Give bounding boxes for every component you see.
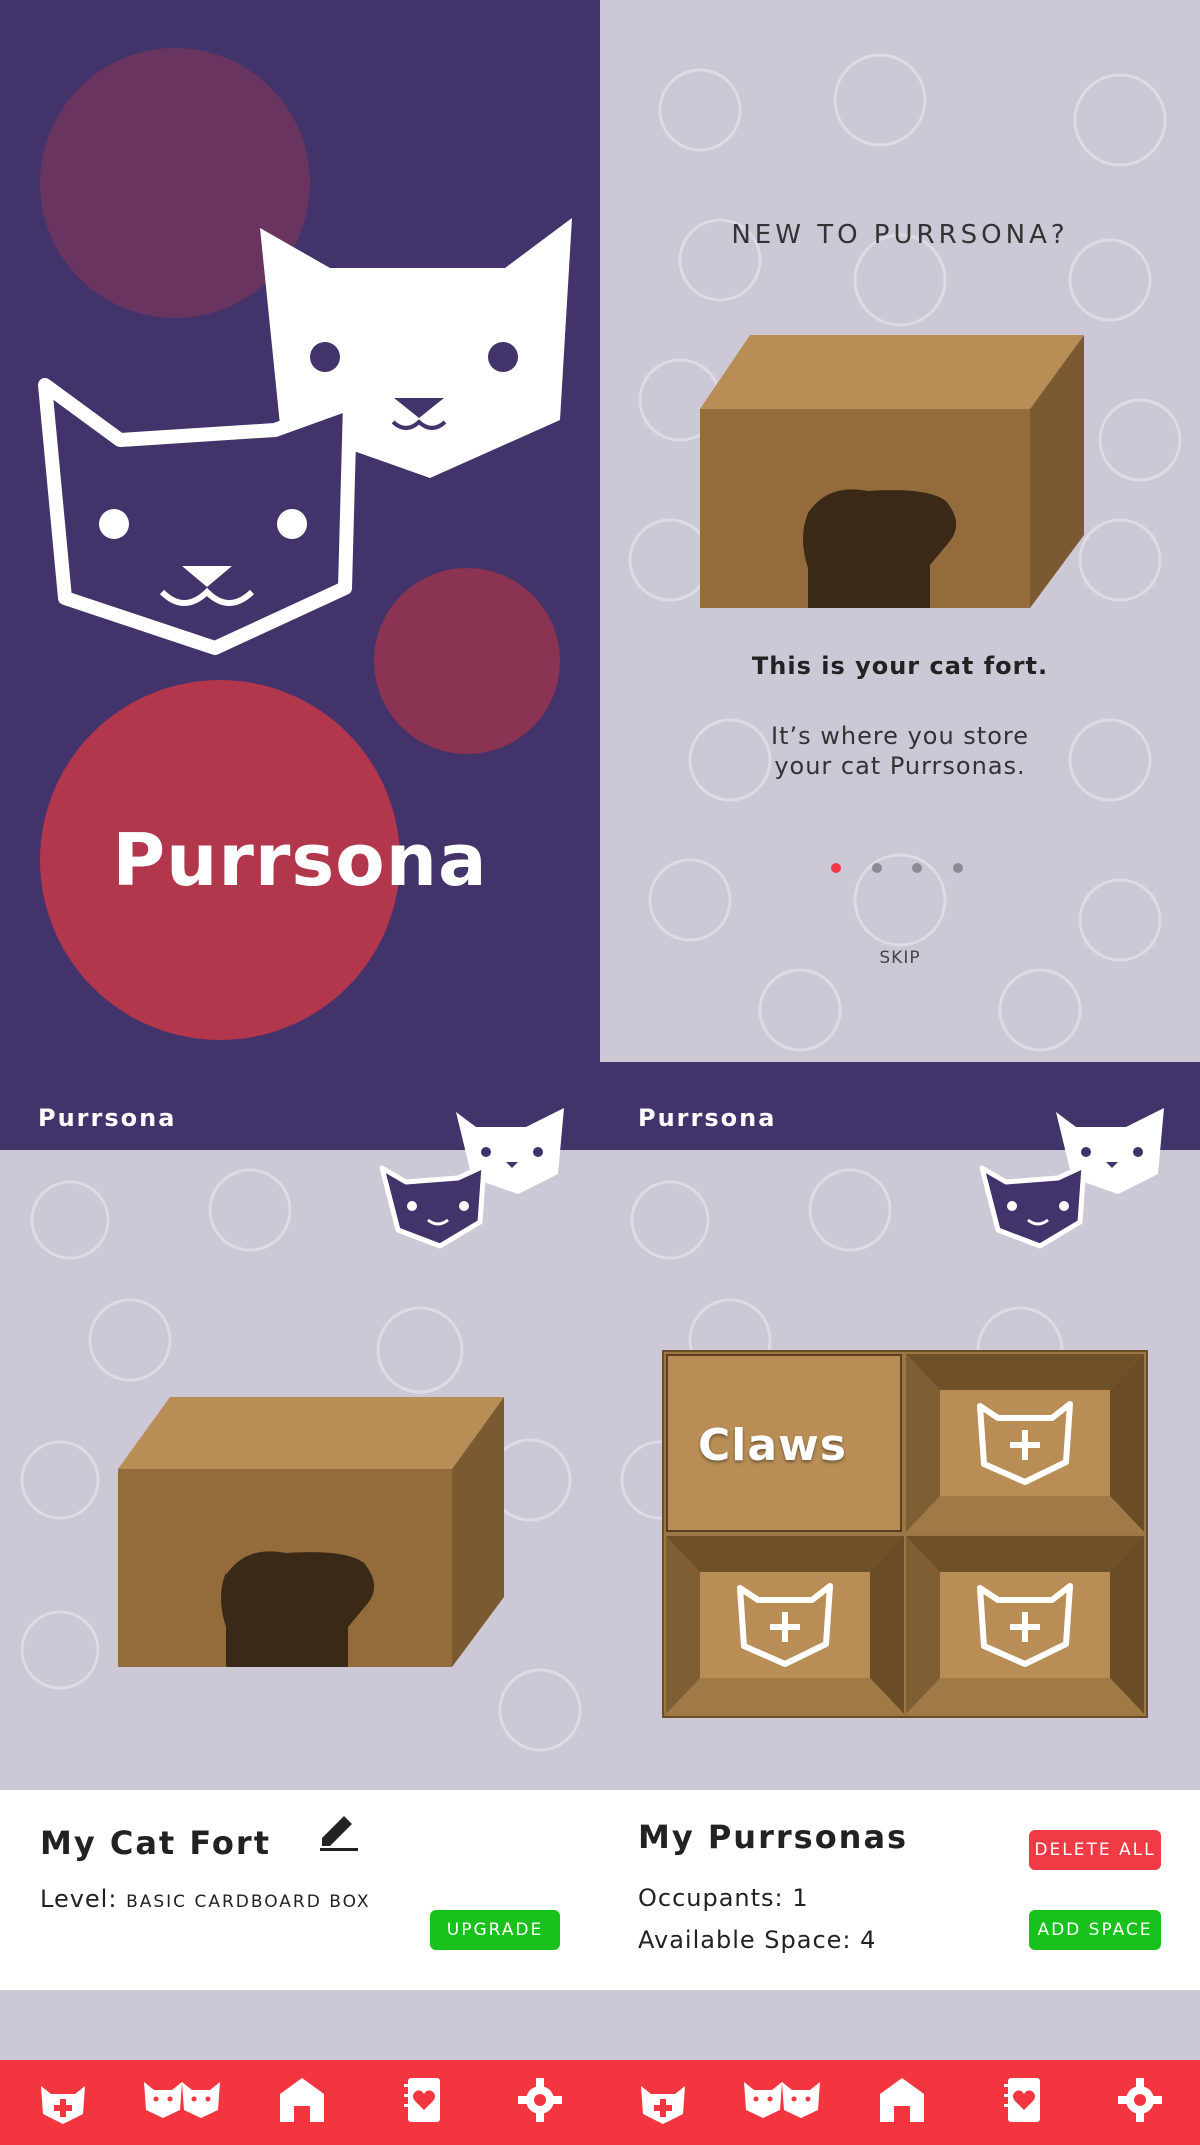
empty-slot-add-icon[interactable]	[906, 1536, 1144, 1714]
delete-all-button[interactable]: DELETE ALL	[1029, 1830, 1161, 1870]
bottom-navigation	[0, 2060, 600, 2145]
house-icon[interactable]	[272, 2072, 332, 2128]
onboarding-bold-text: This is your cat fort.	[751, 652, 1049, 680]
space-label: Available Space:	[638, 1926, 852, 1954]
footer-spacer	[600, 1990, 1200, 2060]
onboarding-heading: NEW TO PURRSONA?	[731, 220, 1069, 250]
empty-slot-add-icon[interactable]	[666, 1536, 904, 1714]
splash-screen: Purrsona	[0, 0, 600, 1062]
cardboard-box-icon	[118, 1397, 504, 1667]
level-value: BASIC CARDBOARD BOX	[126, 1892, 371, 1912]
add-cat-icon[interactable]	[633, 2072, 693, 2128]
level-label: Level:	[40, 1885, 118, 1913]
purrsona-name: Claws	[698, 1420, 847, 1471]
space-line: Available Space: 4	[638, 1926, 876, 1954]
onboarding-screen: NEW TO PURRSONA? This is your cat fort. …	[600, 0, 1200, 1062]
page-dot[interactable]	[953, 863, 963, 873]
onboarding-description-line1: It’s where you store	[770, 722, 1030, 750]
empty-slot-add-icon[interactable]	[906, 1354, 1144, 1532]
add-space-button[interactable]: ADD SPACE	[1029, 1910, 1161, 1950]
header-cats-logo-icon	[979, 1108, 1164, 1249]
header-title: Purrsona	[38, 1104, 177, 1132]
footer-spacer	[0, 1990, 600, 2060]
page-dot[interactable]	[872, 863, 882, 873]
page-dot-active[interactable]	[831, 863, 841, 873]
purrsonas-screen: Purrsona Claws My Purrsonas DELETE ALL O…	[600, 1062, 1200, 2145]
page-dot[interactable]	[912, 863, 922, 873]
purrsonas-card: My Purrsonas DELETE ALL Occupants: 1 Ava…	[600, 1790, 1200, 1990]
onboarding-description-line2: your cat Purrsonas.	[774, 752, 1026, 780]
cat-fort-card: My Cat Fort Level: BASIC CARDBOARD BOX U…	[0, 1790, 600, 1990]
occupants-value: 1	[792, 1884, 809, 1912]
header-cats-logo-icon	[379, 1108, 564, 1249]
cat-fort-screen: Purrsona My Cat Fort Level: BASIC CARDBO…	[0, 1062, 600, 2145]
app-title: Purrsona	[112, 818, 488, 902]
add-cat-icon[interactable]	[33, 2072, 93, 2128]
edit-pencil-icon[interactable]	[316, 1808, 360, 1852]
gear-icon[interactable]	[510, 2072, 570, 2128]
journal-heart-icon[interactable]	[994, 2072, 1054, 2128]
cardboard-box-icon	[700, 335, 1084, 608]
bottom-navigation	[600, 2060, 1200, 2145]
space-value: 4	[860, 1926, 877, 1954]
fort-grid: Claws	[662, 1350, 1148, 1718]
occupants-line: Occupants: 1	[638, 1884, 809, 1912]
purrsona-slot-occupied[interactable]: Claws	[666, 1354, 902, 1532]
header-title: Purrsona	[638, 1104, 777, 1132]
journal-heart-icon[interactable]	[394, 2072, 454, 2128]
logo-cats-icon	[38, 218, 572, 655]
occupants-label: Occupants:	[638, 1884, 784, 1912]
skip-button[interactable]: SKIP	[600, 948, 1200, 968]
cats-group-icon[interactable]	[140, 2072, 224, 2128]
cats-group-icon[interactable]	[740, 2072, 824, 2128]
house-icon[interactable]	[872, 2072, 932, 2128]
upgrade-button[interactable]: UPGRADE	[430, 1910, 560, 1950]
card-title: My Cat Fort	[40, 1824, 271, 1862]
fort-level: Level: BASIC CARDBOARD BOX	[40, 1885, 371, 1913]
gear-icon[interactable]	[1110, 2072, 1170, 2128]
card-title: My Purrsonas	[638, 1818, 909, 1856]
